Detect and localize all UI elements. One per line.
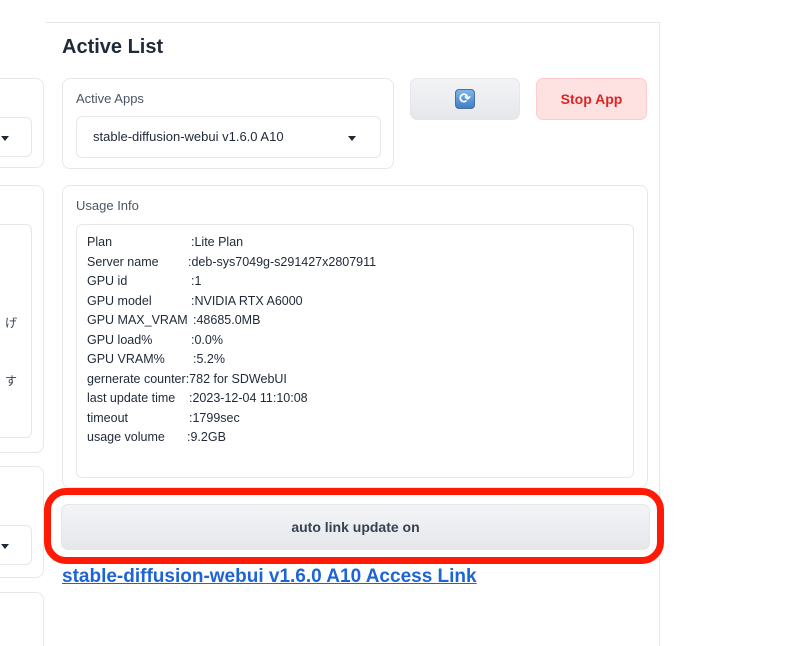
active-apps-dropdown[interactable]: stable-diffusion-webui v1.6.0 A10 — [76, 116, 381, 158]
info-key: gernerate counter — [87, 371, 186, 386]
active-apps-label: Active Apps — [76, 91, 144, 106]
info-row-gpu-load: GPU load% :0.0% — [87, 333, 623, 353]
page-title: Active List — [62, 36, 164, 58]
info-row-gpu-model: GPU model :NVIDIA RTX A6000 — [87, 294, 623, 314]
usage-info-label: Usage Info — [76, 198, 139, 213]
info-value: :2023-12-04 11:10:08 — [189, 391, 308, 405]
active-apps-selected: stable-diffusion-webui v1.6.0 A10 — [93, 129, 284, 144]
info-value: :9.2GB — [187, 430, 226, 444]
info-value: :1799sec — [189, 410, 240, 425]
info-value: :48685.0MB — [193, 313, 261, 327]
info-value: :782 for SDWebUI — [185, 371, 287, 386]
info-row-plan: Plan :Lite Plan — [87, 235, 623, 255]
info-row-last-update-time: last update time :2023-12-04 11:10:08 — [87, 391, 623, 411]
chevron-down-icon — [1, 136, 9, 141]
chevron-down-icon — [348, 136, 356, 141]
screen: げ す Active List Active Apps stable-diffu… — [0, 0, 801, 646]
info-row-usage-volume: usage volume :9.2GB — [87, 430, 623, 450]
info-key: last update time — [87, 391, 176, 405]
left-card-4 — [0, 592, 44, 646]
chevron-down-icon — [1, 544, 9, 549]
info-row-gpu-max-vram: GPU MAX_VRAM :48685.0MB — [87, 313, 623, 333]
left-column: げ す — [0, 0, 46, 646]
info-value: :1 — [191, 274, 202, 288]
info-row-timeout: timeout :1799sec — [87, 411, 623, 431]
info-value: :Lite Plan — [191, 235, 244, 249]
stop-app-button[interactable]: Stop App — [536, 78, 647, 120]
info-key: GPU VRAM% — [87, 352, 165, 366]
refresh-button[interactable]: ⟳ — [410, 78, 520, 120]
info-row-server-name: Server name :deb-sys7049g-s291427x280791… — [87, 255, 623, 275]
info-key: GPU model — [87, 293, 152, 308]
info-value: :0.0% — [191, 332, 223, 347]
left-text-fragment-2: す — [5, 374, 18, 388]
left-dropdown-1[interactable] — [0, 117, 32, 157]
info-key: Server name — [87, 254, 159, 269]
left-text-fragment-1: げ — [5, 316, 18, 330]
info-key: Plan — [87, 235, 113, 249]
info-row-generate-counter: gernerate counter :782 for SDWebUI — [87, 372, 623, 392]
info-row-gpu-id: GPU id :1 — [87, 274, 623, 294]
info-key: GPU id — [87, 274, 128, 288]
info-row-gpu-vram: GPU VRAM% :5.2% — [87, 352, 623, 372]
info-key: GPU load% — [87, 332, 153, 347]
info-key: GPU MAX_VRAM — [87, 313, 188, 327]
info-value: :NVIDIA RTX A6000 — [191, 293, 303, 308]
info-value: :5.2% — [193, 352, 225, 366]
highlight-annotation — [44, 488, 664, 564]
refresh-icon: ⟳ — [455, 89, 475, 109]
usage-info-textarea[interactable]: Plan :Lite Plan Server name :deb-sys7049… — [76, 224, 634, 478]
info-key: usage volume — [87, 430, 165, 444]
info-key: timeout — [87, 410, 128, 425]
info-value: :deb-sys7049g-s291427x2807911 — [188, 254, 377, 269]
left-textarea[interactable]: げ す — [0, 224, 32, 438]
access-link[interactable]: stable-diffusion-webui v1.6.0 A10 Access… — [62, 566, 477, 588]
left-dropdown-2[interactable] — [0, 525, 32, 565]
